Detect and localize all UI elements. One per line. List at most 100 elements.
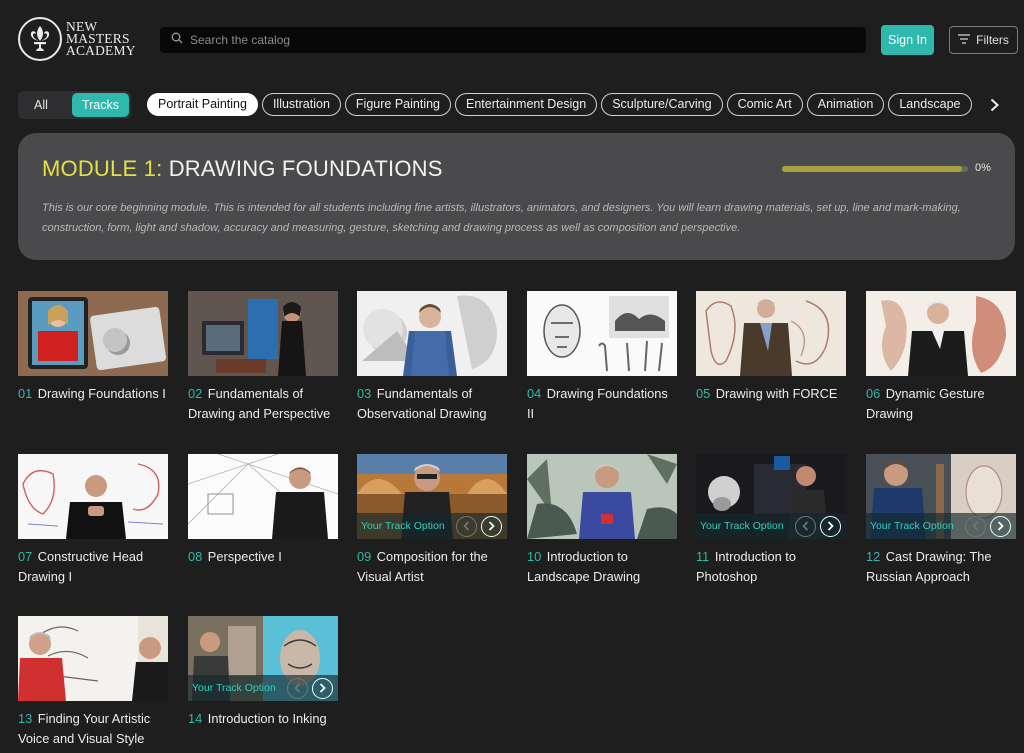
- course-title[interactable]: 11 Introduction to Photoshop: [696, 547, 846, 586]
- toggle-all[interactable]: All: [20, 93, 62, 117]
- course-title[interactable]: 09 Composition for the Visual Artist: [357, 547, 507, 586]
- module-name: DRAWING FOUNDATIONS: [168, 156, 443, 181]
- toggle-tracks[interactable]: Tracks: [72, 93, 129, 117]
- chevron-left-icon[interactable]: [795, 515, 816, 537]
- course-title[interactable]: 10 Introduction to Landscape Drawing: [527, 547, 677, 586]
- course-name: Drawing Foundations I: [37, 386, 166, 401]
- course-card[interactable]: 06 Dynamic Gesture Drawing: [866, 291, 1016, 423]
- chevron-right-icon[interactable]: [820, 515, 841, 537]
- course-name: Composition for the Visual Artist: [357, 549, 488, 584]
- course-thumbnail[interactable]: [188, 291, 338, 376]
- chevron-left-icon[interactable]: [287, 677, 308, 699]
- chip-figure-painting[interactable]: Figure Painting: [344, 93, 451, 116]
- course-card[interactable]: Your Track Option 11 Introduction to Phot…: [696, 454, 846, 586]
- filter-lines-icon: [958, 33, 971, 47]
- chevron-right-icon[interactable]: [481, 515, 502, 537]
- chevron-right-icon[interactable]: [990, 515, 1011, 537]
- course-title[interactable]: 14 Introduction to Inking: [188, 709, 338, 729]
- chevron-left-icon[interactable]: [965, 515, 986, 537]
- course-number: 10: [527, 549, 542, 564]
- module-number: MODULE 1:: [42, 156, 163, 181]
- course-title[interactable]: 02 Fundamentals of Drawing and Perspecti…: [188, 384, 338, 423]
- course-card[interactable]: Your Track Option 09 Composition for the …: [357, 454, 507, 586]
- course-number: 06: [866, 386, 881, 401]
- course-card[interactable]: 07 Constructive Head Drawing I: [18, 454, 168, 586]
- course-number: 14: [188, 711, 203, 726]
- track-option-bar: Your Track Option: [696, 513, 846, 539]
- course-card[interactable]: Your Track Option 14 Introduction to Inki…: [188, 616, 338, 729]
- course-number: 05: [696, 386, 711, 401]
- course-card[interactable]: 04 Drawing Foundations II: [527, 291, 677, 423]
- course-thumbnail[interactable]: [866, 291, 1016, 376]
- course-name: Drawing with FORCE: [715, 386, 838, 401]
- course-card[interactable]: 03 Fundamentals of Observational Drawing: [357, 291, 507, 423]
- course-name: Cast Drawing: The Russian Approach: [866, 549, 992, 584]
- course-number: 11: [696, 549, 710, 564]
- search-bar[interactable]: [160, 27, 866, 53]
- course-thumbnail[interactable]: [527, 454, 677, 539]
- course-title[interactable]: 06 Dynamic Gesture Drawing: [866, 384, 1016, 423]
- course-title[interactable]: 03 Fundamentals of Observational Drawing: [357, 384, 507, 423]
- course-name: Fundamentals of Drawing and Perspective: [188, 386, 331, 421]
- track-option-label: Your Track Option: [700, 520, 784, 532]
- brand-logo[interactable]: NEW MASTERS ACADEMY: [18, 17, 136, 61]
- course-thumbnail[interactable]: [188, 454, 338, 539]
- course-card[interactable]: 08 Perspective I: [188, 454, 338, 567]
- course-name: Constructive Head Drawing I: [18, 549, 144, 584]
- course-card[interactable]: 01 Drawing Foundations I: [18, 291, 168, 404]
- course-card[interactable]: Your Track Option 12 Cast Drawing: The Ru…: [866, 454, 1016, 586]
- progress-percent: 0%: [975, 162, 991, 174]
- course-title[interactable]: 08 Perspective I: [188, 547, 338, 567]
- module-panel: MODULE 1: DRAWING FOUNDATIONS 0% This is…: [18, 133, 1015, 260]
- course-number: 08: [188, 549, 203, 564]
- course-name: Dynamic Gesture Drawing: [866, 386, 985, 421]
- course-title[interactable]: 05 Drawing with FORCE: [696, 384, 846, 404]
- search-input[interactable]: [190, 33, 840, 47]
- course-thumbnail[interactable]: [357, 291, 507, 376]
- track-option-label: Your Track Option: [870, 520, 954, 532]
- chevron-left-icon[interactable]: [456, 515, 477, 537]
- chip-comic-art[interactable]: Comic Art: [726, 93, 803, 116]
- course-title[interactable]: 07 Constructive Head Drawing I: [18, 547, 168, 586]
- chevron-right-icon[interactable]: [986, 96, 1002, 114]
- course-card[interactable]: 13 Finding Your Artistic Voice and Visua…: [18, 616, 168, 748]
- course-number: 03: [357, 386, 372, 401]
- course-card[interactable]: 02 Fundamentals of Drawing and Perspecti…: [188, 291, 338, 423]
- course-name: Fundamentals of Observational Drawing: [357, 386, 487, 421]
- chip-landscape[interactable]: Landscape: [888, 93, 972, 116]
- course-name: Drawing Foundations II: [527, 386, 668, 421]
- course-title[interactable]: 04 Drawing Foundations II: [527, 384, 677, 423]
- course-number: 09: [357, 549, 372, 564]
- chevron-right-icon[interactable]: [312, 677, 333, 699]
- course-thumbnail[interactable]: [696, 291, 846, 376]
- course-thumbnail[interactable]: Your Track Option: [188, 616, 338, 701]
- chip-illustration[interactable]: Illustration: [261, 93, 341, 116]
- course-thumbnail[interactable]: [527, 291, 677, 376]
- course-title[interactable]: 01 Drawing Foundations I: [18, 384, 168, 404]
- course-name: Finding Your Artistic Voice and Visual S…: [18, 711, 151, 746]
- course-card[interactable]: 10 Introduction to Landscape Drawing: [527, 454, 677, 586]
- chip-animation[interactable]: Animation: [806, 93, 885, 116]
- chip-sculpture-carving[interactable]: Sculpture/Carving: [601, 93, 723, 116]
- course-number: 13: [18, 711, 33, 726]
- course-title[interactable]: 13 Finding Your Artistic Voice and Visua…: [18, 709, 168, 748]
- progress-fill: [782, 166, 963, 172]
- sign-in-button[interactable]: Sign In: [881, 25, 934, 55]
- course-thumbnail[interactable]: Your Track Option: [696, 454, 846, 539]
- top-bar: NEW MASTERS ACADEMY Sign In Filters: [0, 0, 1024, 80]
- course-thumbnail[interactable]: [18, 616, 168, 701]
- track-option-bar: Your Track Option: [866, 513, 1016, 539]
- course-card[interactable]: 05 Drawing with FORCE: [696, 291, 846, 404]
- track-option-label: Your Track Option: [192, 682, 276, 694]
- fleur-de-lis-icon: [18, 17, 62, 61]
- chip-portrait-painting[interactable]: Portrait Painting: [147, 93, 258, 116]
- course-thumbnail[interactable]: [18, 291, 168, 376]
- course-thumbnail[interactable]: Your Track Option: [357, 454, 507, 539]
- course-thumbnail[interactable]: Your Track Option: [866, 454, 1016, 539]
- course-thumbnail[interactable]: [18, 454, 168, 539]
- filters-button[interactable]: Filters: [949, 26, 1018, 54]
- course-name: Introduction to Photoshop: [696, 549, 796, 584]
- chip-entertainment-design[interactable]: Entertainment Design: [455, 93, 598, 116]
- course-title[interactable]: 12 Cast Drawing: The Russian Approach: [866, 547, 1016, 586]
- module-title: MODULE 1: DRAWING FOUNDATIONS: [42, 156, 443, 182]
